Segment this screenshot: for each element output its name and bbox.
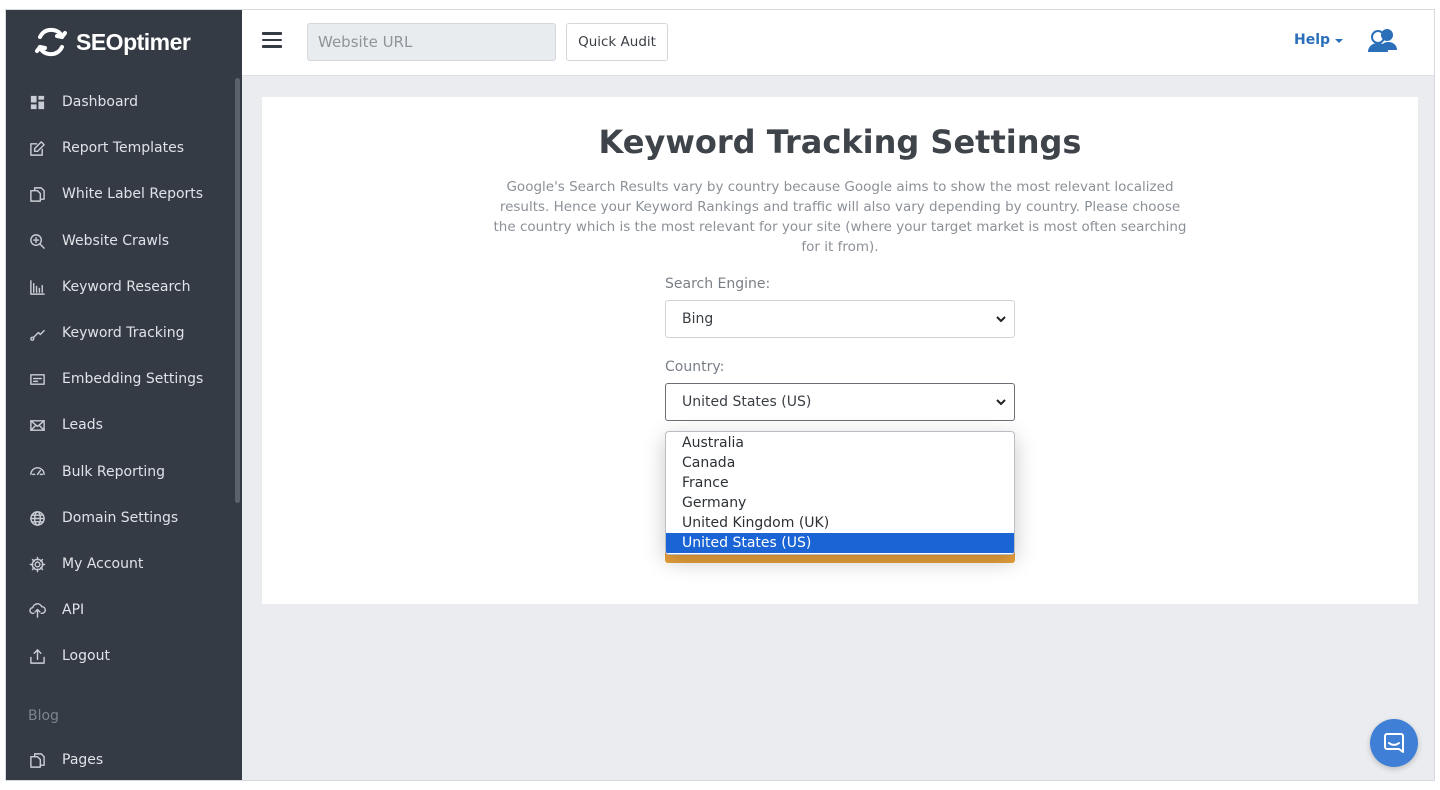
sidebar-item-keyword-research[interactable]: Keyword Research <box>6 267 234 307</box>
country-option[interactable]: France <box>666 473 1014 493</box>
country-option[interactable]: Australia <box>666 433 1014 453</box>
top-header: Quick Audit Help <box>242 10 1434 76</box>
app-frame: SEOptimer Dashboard Report Templates Whi… <box>5 9 1435 781</box>
sidebar-item-keyword-tracking[interactable]: Keyword Tracking <box>6 313 234 353</box>
sidebar: SEOptimer Dashboard Report Templates Whi… <box>6 10 242 780</box>
brand-logo[interactable]: SEOptimer <box>32 22 191 62</box>
country-option[interactable]: United Kingdom (UK) <box>666 513 1014 533</box>
chevron-down-icon <box>995 396 1007 408</box>
sidebar-item-label: Keyword Research <box>62 279 191 295</box>
sidebar-item-label: Website Crawls <box>62 233 170 249</box>
sidebar-item-label: Logout <box>62 648 110 664</box>
sidebar-item-label: White Label Reports <box>62 186 204 202</box>
sidebar-item-label: API <box>62 602 85 618</box>
brand-name: SEOptimer <box>76 28 191 55</box>
chevron-down-icon <box>995 313 1007 325</box>
sidebar-item-api[interactable]: API <box>6 590 234 630</box>
sidebar-item-website-crawls[interactable]: Website Crawls <box>6 221 234 261</box>
sidebar-scrollbar[interactable] <box>235 78 240 503</box>
embed-icon <box>28 370 46 388</box>
country-value: United States (US) <box>682 394 812 410</box>
sidebar-item-my-account[interactable]: My Account <box>6 544 234 584</box>
country-option[interactable]: Canada <box>666 453 1014 473</box>
country-option-selected[interactable]: United States (US) <box>666 533 1014 553</box>
sidebar-item-label: Dashboard <box>62 94 138 110</box>
globe-icon <box>28 509 46 527</box>
help-label: Help <box>1294 32 1331 48</box>
help-menu[interactable]: Help <box>1294 32 1344 48</box>
sidebar-item-logout[interactable]: Logout <box>6 636 234 676</box>
country-dropdown-list[interactable]: Australia Canada France Germany United K… <box>665 431 1015 555</box>
copy-icon <box>28 751 46 769</box>
search-plus-icon <box>28 232 46 250</box>
copy-icon <box>28 185 46 203</box>
user-account-icon[interactable] <box>1366 26 1398 56</box>
country-label: Country: <box>665 359 725 375</box>
bar-chart-icon <box>28 278 46 296</box>
search-engine-value: Bing <box>682 311 714 327</box>
page-title: Keyword Tracking Settings <box>598 123 1082 161</box>
page-description: Google's Search Results vary by country … <box>493 179 1187 255</box>
sidebar-item-dashboard[interactable]: Dashboard <box>6 82 234 122</box>
sidebar-item-domain-settings[interactable]: Domain Settings <box>6 498 234 538</box>
quick-audit-button[interactable]: Quick Audit <box>566 23 668 61</box>
menu-toggle-icon[interactable] <box>262 32 282 48</box>
search-engine-label: Search Engine: <box>665 276 771 292</box>
trend-line-icon <box>28 324 46 342</box>
sidebar-item-label: Keyword Tracking <box>62 325 185 341</box>
sidebar-item-label: Pages <box>62 752 104 768</box>
sidebar-item-pages[interactable]: Pages <box>6 740 234 780</box>
sidebar-item-label: My Account <box>62 556 144 572</box>
gear-icon <box>28 555 46 573</box>
sidebar-section-blog: Blog <box>28 708 59 724</box>
sidebar-item-label: Domain Settings <box>62 510 179 526</box>
sidebar-item-label: Report Templates <box>62 140 185 156</box>
dashboard-icon <box>28 93 46 111</box>
sidebar-item-label: Leads <box>62 417 103 433</box>
search-engine-select[interactable]: Bing <box>665 300 1015 338</box>
sidebar-item-bulk-reporting[interactable]: Bulk Reporting <box>6 452 234 492</box>
chat-icon <box>1384 733 1404 753</box>
seoptimer-logo-icon <box>35 27 67 57</box>
sidebar-item-report-templates[interactable]: Report Templates <box>6 128 234 168</box>
cloud-icon <box>28 463 46 481</box>
sidebar-item-label: Embedding Settings <box>62 371 204 387</box>
cloud-upload-icon <box>28 601 46 619</box>
sidebar-item-white-label-reports[interactable]: White Label Reports <box>6 174 234 214</box>
country-select[interactable]: United States (US) <box>665 383 1015 421</box>
edit-icon <box>28 139 46 157</box>
logout-icon <box>28 647 46 665</box>
envelope-icon <box>28 416 46 434</box>
sidebar-item-embedding-settings[interactable]: Embedding Settings <box>6 359 234 399</box>
country-option[interactable]: Germany <box>666 493 1014 513</box>
website-url-input[interactable] <box>307 23 556 61</box>
sidebar-item-leads[interactable]: Leads <box>6 405 234 445</box>
caret-down-icon <box>1335 39 1344 43</box>
sidebar-item-label: Bulk Reporting <box>62 464 165 480</box>
chat-widget-button[interactable] <box>1370 719 1418 767</box>
